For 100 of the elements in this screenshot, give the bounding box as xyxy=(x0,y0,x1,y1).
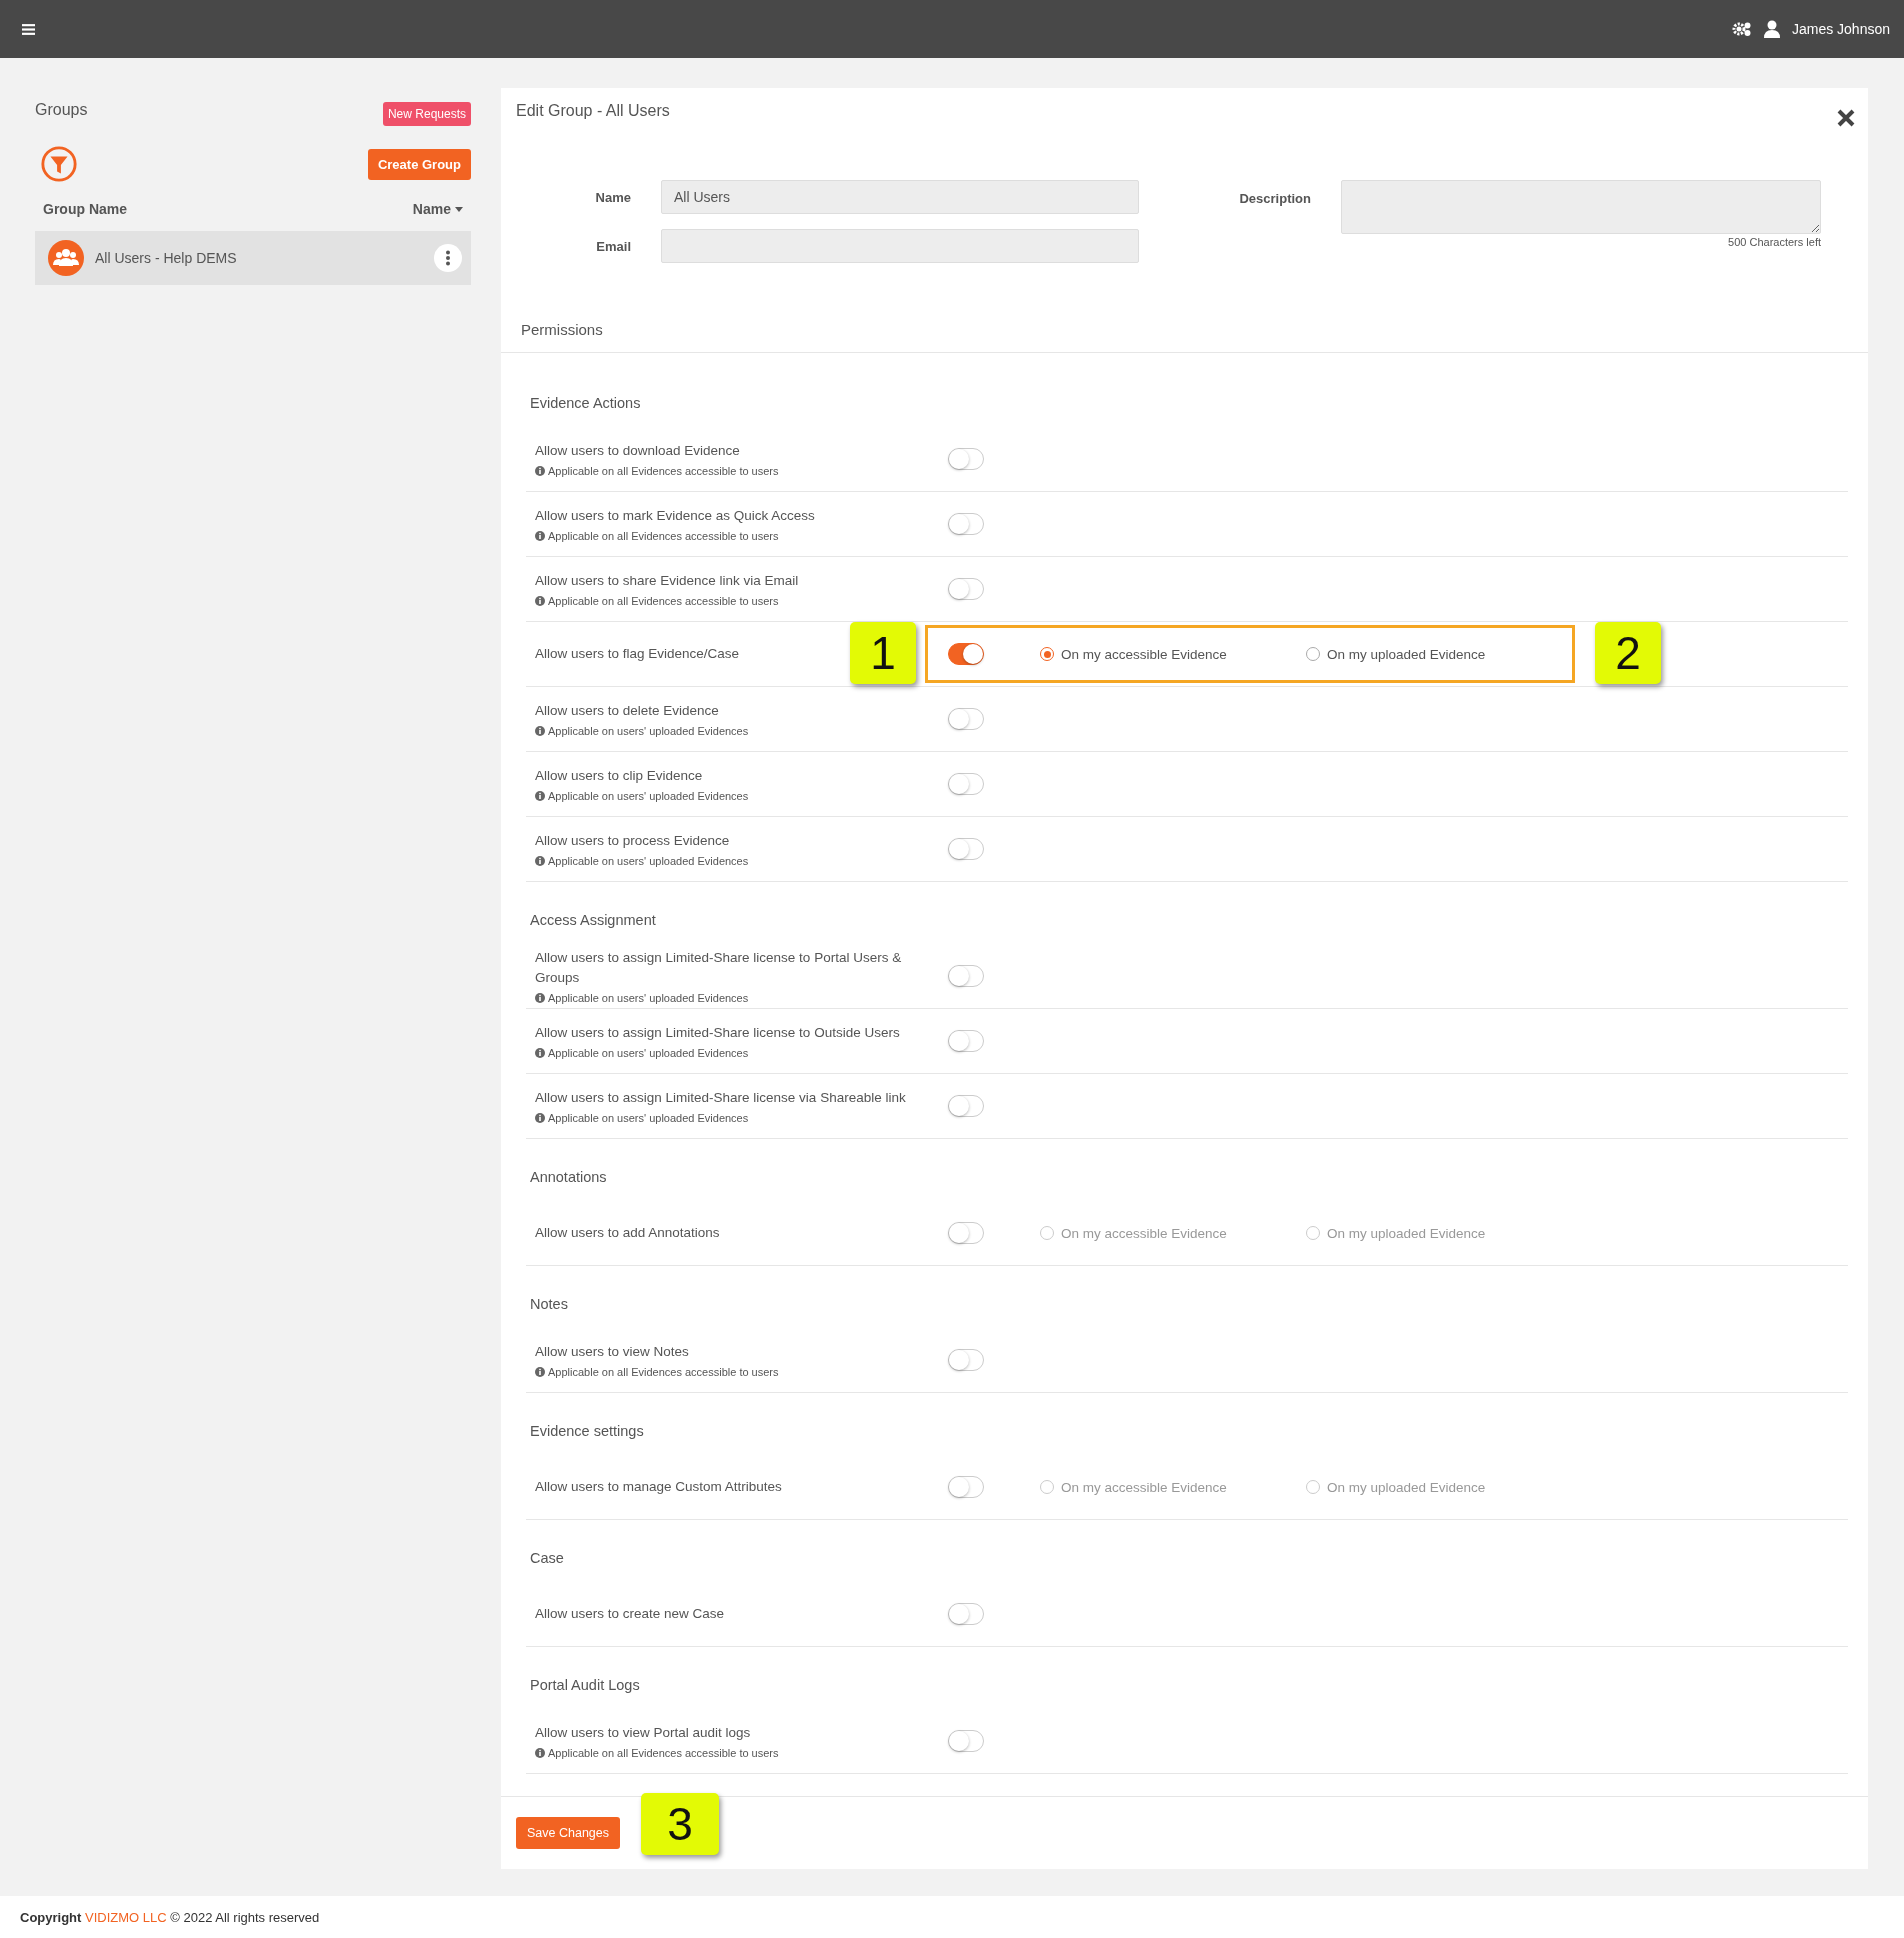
create-group-button[interactable]: Create Group xyxy=(367,148,471,180)
info-icon xyxy=(535,993,545,1003)
permission-label: Allow users to flag Evidence/Case xyxy=(535,645,740,663)
permission-label: Allow users to assign Limited-Share license to Portal Users & Groups xyxy=(535,949,903,987)
callout-badge: 3 xyxy=(641,1793,719,1855)
permission-label: Allow users to add Annotations xyxy=(535,1224,720,1242)
info-icon xyxy=(535,531,545,541)
info-icon xyxy=(535,1367,545,1377)
copyright-text: Copyright VIDIZMO LLC © 2022 All rights reserved xyxy=(20,1910,320,1925)
permission-label: Allow users to mark Evidence as Quick Access xyxy=(535,507,815,525)
info-icon xyxy=(535,1048,545,1058)
toggle-switch[interactable] xyxy=(948,643,984,665)
more-options-icon[interactable] xyxy=(434,244,462,272)
radio-button[interactable] xyxy=(1306,1480,1320,1494)
permission-label: Allow users to create new Case xyxy=(535,1605,725,1623)
caret-icon xyxy=(455,206,463,212)
save-changes-button[interactable]: Save Changes xyxy=(516,1817,620,1849)
permission-label: Allow users to share Evidence link via Email xyxy=(535,572,799,590)
user-name[interactable]: James Johnson xyxy=(1791,21,1890,37)
toggle-switch[interactable] xyxy=(948,708,984,730)
option-label: On my accessible Evidence xyxy=(1061,646,1227,662)
info-icon xyxy=(535,791,545,801)
toggle-switch[interactable] xyxy=(948,965,984,987)
option-label: On my accessible Evidence xyxy=(1061,1479,1227,1495)
group-name: All Users - Help DEMS xyxy=(95,250,238,266)
section-heading: Evidence Actions xyxy=(529,394,642,413)
callout-badge: 2 xyxy=(1595,622,1661,684)
characters-left: 500 Characters left xyxy=(1728,236,1821,248)
toggle-switch[interactable] xyxy=(948,448,984,470)
name-field[interactable]: All Users xyxy=(661,180,1139,214)
permission-label: Allow users to manage Custom Attributes xyxy=(535,1478,782,1496)
new-requests-button[interactable]: New Requests xyxy=(382,102,471,126)
toggle-switch[interactable] xyxy=(948,1603,984,1625)
toggle-switch[interactable] xyxy=(948,1222,984,1244)
section-heading: Annotations xyxy=(529,1168,608,1187)
info-icon xyxy=(535,596,545,606)
toggle-switch[interactable] xyxy=(948,773,984,795)
permission-label: Allow users to view Portal audit logs xyxy=(535,1724,751,1742)
panel-title: Groups xyxy=(35,101,88,119)
sort-button[interactable]: Name xyxy=(412,201,463,217)
callout-badge: 1 xyxy=(850,622,916,684)
group-row[interactable]: All Users - Help DEMS xyxy=(35,231,471,285)
permission-note: Applicable on users' uploaded Evidences xyxy=(548,790,749,802)
radio-button[interactable] xyxy=(1306,647,1320,661)
field-label: Name xyxy=(594,189,632,205)
info-icon xyxy=(535,726,545,736)
permission-label: Allow users to assign Limited-Share license to Outside Users xyxy=(535,1024,900,1042)
permission-note: Applicable on all Evidences accessible to users xyxy=(548,530,779,542)
option-label: On my accessible Evidence xyxy=(1061,1225,1227,1241)
filter-icon[interactable] xyxy=(40,145,78,183)
info-icon xyxy=(535,466,545,476)
section-heading: Evidence settings xyxy=(529,1422,645,1441)
permission-note: Applicable on all Evidences accessible to users xyxy=(548,595,779,607)
section-heading: Portal Audit Logs xyxy=(529,1676,641,1695)
section-heading: Case xyxy=(529,1549,565,1568)
permission-label: Allow users to process Evidence xyxy=(535,832,730,850)
permission-label: Allow users to download Evidence xyxy=(535,442,740,460)
radio-button[interactable] xyxy=(1040,1226,1054,1240)
permission-note: Applicable on users' uploaded Evidences xyxy=(548,1112,749,1124)
permission-note: Applicable on all Evidences accessible to users xyxy=(548,1366,779,1378)
email-field[interactable] xyxy=(661,229,1139,263)
permission-note: Applicable on users' uploaded Evidences xyxy=(548,855,749,867)
permission-label: Allow users to view Notes xyxy=(535,1343,689,1361)
section-heading: Notes xyxy=(529,1295,569,1314)
toggle-switch[interactable] xyxy=(948,1095,984,1117)
option-label: On my uploaded Evidence xyxy=(1327,1225,1486,1241)
section-title: Permissions xyxy=(521,321,603,338)
field-label: Description xyxy=(1238,190,1312,208)
panel-title: Edit Group - All Users xyxy=(516,102,670,121)
company-link[interactable]: VIDIZMO LLC xyxy=(85,1910,167,1925)
permission-label: Allow users to clip Evidence xyxy=(535,767,703,785)
option-label: On my uploaded Evidence xyxy=(1327,1479,1486,1495)
toggle-switch[interactable] xyxy=(948,1030,984,1052)
user-icon[interactable] xyxy=(1763,20,1780,38)
radio-button[interactable] xyxy=(1306,1226,1320,1240)
column-header: Group Name xyxy=(43,201,127,217)
info-icon xyxy=(535,1748,545,1758)
group-icon xyxy=(48,240,84,276)
description-field[interactable] xyxy=(1341,180,1821,234)
toggle-switch[interactable] xyxy=(948,578,984,600)
menu-icon[interactable] xyxy=(22,23,35,35)
toggle-switch[interactable] xyxy=(948,1349,984,1371)
permission-note: Applicable on users' uploaded Evidences xyxy=(548,992,749,1004)
info-icon xyxy=(535,1113,545,1123)
option-label: On my uploaded Evidence xyxy=(1327,646,1486,662)
toggle-switch[interactable] xyxy=(948,838,984,860)
permission-label: Allow users to assign Limited-Share license via Shareable link xyxy=(535,1089,906,1107)
radio-button[interactable] xyxy=(1040,1480,1054,1494)
toggle-switch[interactable] xyxy=(948,1730,984,1752)
toggle-switch[interactable] xyxy=(948,1476,984,1498)
permission-note: Applicable on users' uploaded Evidences xyxy=(548,1047,749,1059)
toggle-switch[interactable] xyxy=(948,513,984,535)
field-label: Email xyxy=(595,238,632,254)
close-icon[interactable] xyxy=(1836,108,1856,128)
radio-button[interactable] xyxy=(1040,647,1054,661)
settings-icon[interactable] xyxy=(1731,21,1752,37)
permission-label: Allow users to delete Evidence xyxy=(535,702,719,720)
permission-note: Applicable on all Evidences accessible to users xyxy=(548,1747,779,1759)
info-icon xyxy=(535,856,545,866)
permission-note: Applicable on all Evidences accessible to users xyxy=(548,465,779,477)
